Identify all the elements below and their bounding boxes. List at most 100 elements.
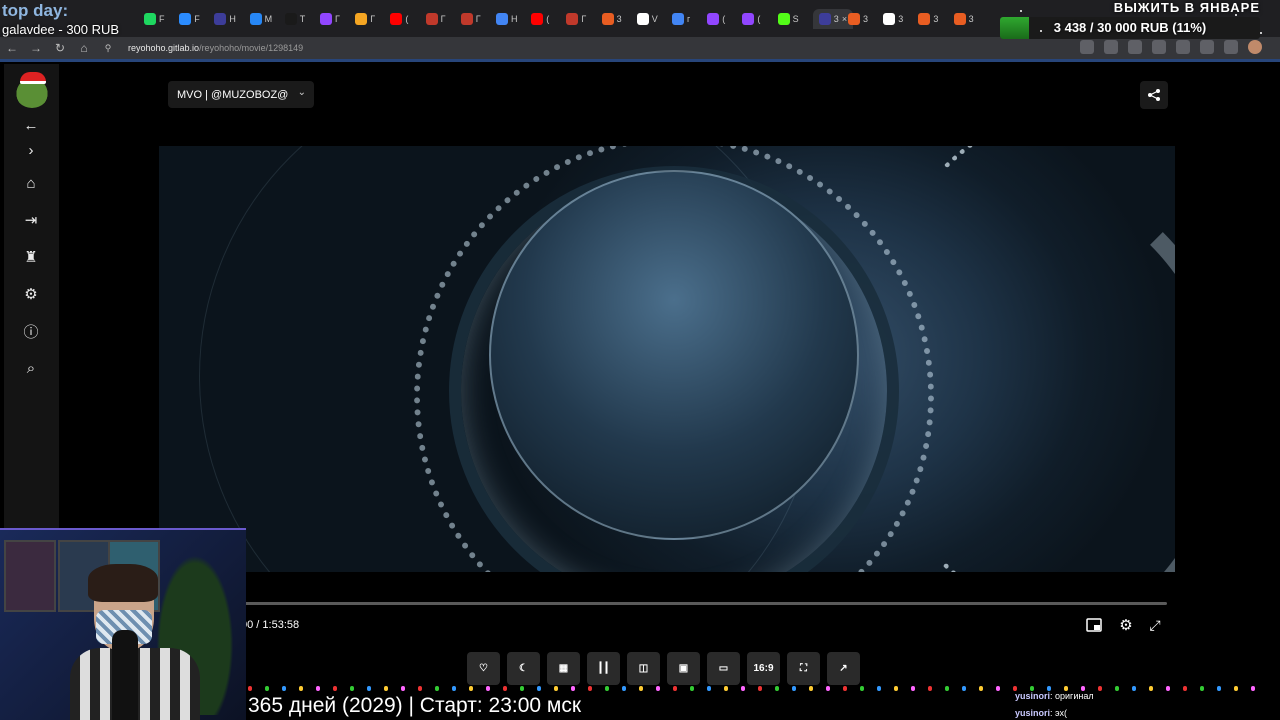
light-bulb (826, 686, 830, 691)
browser-tab[interactable]: 3 (953, 9, 974, 29)
chat-username: yusinori (1015, 708, 1051, 718)
browser-tab[interactable]: г (672, 9, 690, 29)
mirror-button[interactable]: ◫ (627, 652, 660, 685)
browser-tab[interactable]: Г (460, 9, 481, 29)
tab-favicon-icon (214, 13, 227, 25)
browser-tab[interactable]: Г (320, 9, 340, 29)
mini-player-button[interactable]: ▭ (707, 652, 740, 685)
light-bulb (571, 686, 575, 691)
extension-icon[interactable] (1152, 40, 1166, 54)
browser-tab[interactable]: H (214, 9, 236, 29)
browser-tab[interactable]: T (284, 9, 305, 29)
favorite-heart-button[interactable]: ♡ (467, 652, 500, 685)
browser-tab[interactable]: Г (425, 9, 446, 29)
chevron-down-icon: ⌄ (297, 87, 306, 98)
home-icon[interactable]: ⌂ (20, 172, 42, 194)
trophy-icon[interactable]: ♜ (20, 246, 42, 268)
chat-message: yusinori: оригинал (1015, 688, 1094, 705)
streamer-webcam (0, 528, 246, 720)
extensions-puzzle-icon[interactable] (1176, 40, 1190, 54)
sidebar-toggle-icon[interactable] (1224, 40, 1238, 54)
light-bulb (911, 686, 915, 691)
browser-tab[interactable]: V (636, 9, 658, 29)
browser-tab[interactable]: Г (355, 9, 375, 29)
chat-username: yusinori (1015, 691, 1051, 701)
tab-favicon-icon (320, 13, 332, 25)
browser-tab[interactable]: 3 (601, 9, 622, 29)
settings-gear-icon[interactable]: ⚙ (20, 283, 42, 305)
tab-close-icon[interactable]: × (842, 14, 847, 24)
light-bulb (367, 686, 371, 691)
light-bulb (299, 686, 303, 691)
site-logo[interactable] (14, 72, 50, 108)
tab-favicon-icon (355, 13, 368, 25)
settings-button[interactable]: ⚙ (1117, 616, 1135, 634)
tab-label: H (229, 14, 236, 24)
screenshot-button[interactable]: ⛶ (787, 652, 820, 685)
share-button[interactable] (1140, 81, 1168, 109)
picture-in-picture-icon (1086, 618, 1102, 632)
streamer-hair (88, 564, 158, 602)
tab-label: Г (440, 14, 446, 24)
browser-tab[interactable]: S (777, 9, 799, 29)
browser-tab[interactable]: 3 (848, 9, 868, 29)
site-sidebar: ← › ⌂ ⇥ ♜ ⚙ ⓘ ⌕ (4, 64, 59, 534)
browser-tab[interactable]: M (249, 9, 272, 29)
light-bulb (894, 686, 898, 691)
browser-tab[interactable]: ( (390, 9, 408, 29)
cast-icon[interactable] (1080, 40, 1094, 54)
light-bulb (1166, 686, 1170, 691)
tab-label: ( (722, 14, 726, 24)
browser-tab[interactable]: ( (531, 9, 549, 29)
top-day-label: top day: (2, 1, 69, 20)
donation-goal-widget: ВЫЖИТЬ В ЯНВАРЕ 3 438 / 30 000 RUB (11%) (1000, 0, 1260, 42)
login-icon[interactable]: ⇥ (20, 209, 42, 231)
profile-avatar[interactable] (1248, 40, 1262, 54)
tab-label: F (194, 14, 200, 24)
blur-button[interactable]: ▦ (547, 652, 580, 685)
extension-icon[interactable] (1128, 40, 1142, 54)
audio-wave-button[interactable]: ┃┃ (587, 652, 620, 685)
forward-icon[interactable]: → (24, 41, 48, 55)
fullscreen-button[interactable]: ⤢ (1146, 616, 1164, 634)
light-bulb (1132, 686, 1136, 691)
browser-tab[interactable]: ( (707, 9, 725, 29)
forward-chevron-icon[interactable]: › (20, 139, 42, 161)
open-external-button[interactable]: ↗ (827, 652, 860, 685)
light-bulb (928, 686, 932, 691)
browser-tab[interactable]: Г (566, 9, 586, 29)
download-icon[interactable] (1200, 40, 1214, 54)
theater-mode-button[interactable]: ▣ (667, 652, 700, 685)
light-bulb (979, 686, 983, 691)
search-icon[interactable]: ⌕ (20, 357, 42, 379)
light-bulb (520, 686, 524, 691)
browser-tab[interactable]: H (496, 9, 518, 29)
light-bulb (282, 686, 286, 691)
video-frame[interactable] (159, 146, 1175, 572)
light-bulb (1200, 686, 1204, 691)
video-progress-bar[interactable] (242, 602, 1167, 605)
reload-icon[interactable]: ↻ (48, 41, 72, 55)
browser-tab[interactable]: 3 (883, 9, 903, 29)
browser-tab[interactable]: 3 (918, 9, 938, 29)
home-icon[interactable]: ⌂ (72, 41, 96, 55)
back-icon[interactable]: ← (0, 41, 24, 55)
site-info-icon[interactable]: ⚲ (96, 43, 120, 54)
dub-select[interactable]: MVO | @MUZOBOZ@ ⌄ (168, 81, 314, 108)
aspect-ratio-button[interactable]: 16:9 (747, 652, 780, 685)
tab-favicon-icon (179, 13, 192, 25)
light-bulb (418, 686, 422, 691)
info-icon[interactable]: ⓘ (20, 320, 42, 342)
url-field[interactable]: reyohoho.gitlab.io/reyohoho/movie/129814… (128, 43, 303, 53)
bookmark-star-icon[interactable] (1104, 40, 1118, 54)
browser-tab[interactable]: F (179, 9, 200, 29)
light-bulb (537, 686, 541, 691)
back-arrow-icon[interactable]: ← (20, 114, 42, 136)
dark-mode-button[interactable]: ☾ (507, 652, 540, 685)
browser-tab[interactable]: F (144, 9, 165, 29)
tab-label: Г (335, 14, 340, 24)
tab-label: 3 (833, 14, 839, 24)
picture-in-picture-button[interactable] (1085, 616, 1103, 634)
browser-tab[interactable]: ( (742, 9, 760, 29)
light-bulb (333, 686, 337, 691)
